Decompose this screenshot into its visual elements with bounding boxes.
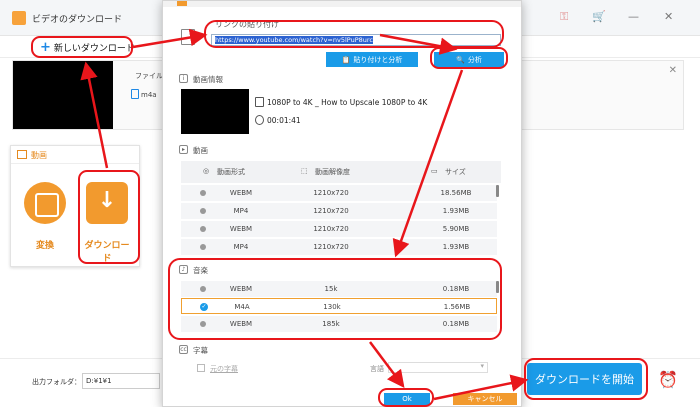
video-duration: 00:01:41 [267,116,301,125]
video-row[interactable]: WEBM 1210x720 5.90MB [181,221,497,237]
paste-and-analyze-label: 貼り付けと分析 [353,55,403,64]
row-size: 1.93MB [442,207,470,215]
file-icon [255,97,264,107]
app-logo-icon [12,11,26,25]
audio-file-icon [131,89,139,99]
video-row[interactable]: MP4 1210x720 1.93MB [181,203,497,219]
row-format: WEBM [229,225,253,233]
language-select[interactable] [388,362,488,373]
annotation-ring-new-download [31,36,133,58]
sidebar-header: 動画 [11,146,139,164]
cancel-button[interactable]: キャンセル [453,393,517,405]
video-section-label: 動画 [193,146,208,155]
row-format: WEBM [229,189,253,197]
row-size: 5.90MB [442,225,470,233]
video-tile-icon [17,150,27,159]
row-resolution: 1210x720 [313,243,349,251]
video-row[interactable]: MP4 1210x720 1.93MB [181,239,497,255]
info-icon: i [179,74,188,83]
radio-dot[interactable] [200,190,206,196]
col-resolution: 動画解像度 [315,168,350,176]
subtitle-section-label: 字幕 [193,346,208,355]
row-size: 18.56MB [440,189,472,197]
paste-icon: 📋 [341,55,351,64]
dialog-logo-icon [177,1,187,6]
format-col-icon: ◎ [203,167,210,175]
output-folder-label: 出力フォルダ： [32,378,81,386]
app-title: ビデオのダウンロード [32,15,123,25]
annotation-ring-download-tool [78,170,140,264]
clock-icon [255,115,264,125]
row-resolution: 1210x720 [313,207,349,215]
minimize-icon[interactable]: — [628,10,639,23]
video-thumbnail [181,89,249,134]
video-info-label: 動画情報 [193,75,223,84]
col-format: 動画形式 [217,168,245,176]
dialog-title-bar [163,1,521,7]
sidebar-header-label: 動画 [31,151,47,160]
annotation-ring-analyze [430,47,508,69]
task-format: m4a [141,91,157,99]
remove-task-icon[interactable]: ✕ [669,65,677,76]
key-icon[interactable]: ⚿ [560,10,568,24]
video-row[interactable]: WEBM 1210x720 18.56MB [181,185,497,201]
convert-tool[interactable]: 変換 [19,174,71,258]
paste-and-analyze-button[interactable]: 📋 貼り付けと分析 [326,52,418,67]
annotation-ring-ok [378,388,434,407]
radio-dot[interactable] [200,208,206,214]
size-col-icon: ▭ [431,167,438,175]
film-convert-icon [24,182,66,224]
clipboard-icon [181,29,195,45]
task-thumbnail [13,61,113,129]
radio-dot[interactable] [200,244,206,250]
cart-icon[interactable]: 🛒 [592,10,606,23]
video-scrollbar[interactable] [496,185,499,197]
col-size: サイズ [445,168,466,176]
annotation-ring-start [524,358,648,400]
resolution-col-icon: ⬚ [301,167,308,175]
close-icon[interactable]: ✕ [664,10,673,23]
annotation-ring-paste [204,20,504,48]
row-resolution: 1210x720 [313,225,349,233]
output-folder-input[interactable]: D:¥1¥1 [82,373,160,389]
subtitle-icon: cc [179,345,188,354]
radio-dot[interactable] [200,226,206,232]
annotation-ring-audio [168,258,502,340]
video-table-header: ◎ 動画形式 ⬚ 動画解像度 ▭ サイズ [181,161,501,183]
video-section-icon: ▸ [179,145,188,154]
original-subtitle-checkbox[interactable] [197,364,205,372]
alarm-clock-icon[interactable]: ⏰ [658,370,678,389]
row-resolution: 1210x720 [313,189,349,197]
row-size: 1.93MB [442,243,470,251]
row-format: MP4 [233,243,249,251]
original-subtitle-label[interactable]: 元の字幕 [210,364,238,374]
language-label: 言語 [370,365,384,373]
video-title: 1080P to 4K _ How to Upscale 1080P to 4K [267,98,428,107]
convert-label: 変換 [35,241,54,251]
row-format: MP4 [233,207,249,215]
